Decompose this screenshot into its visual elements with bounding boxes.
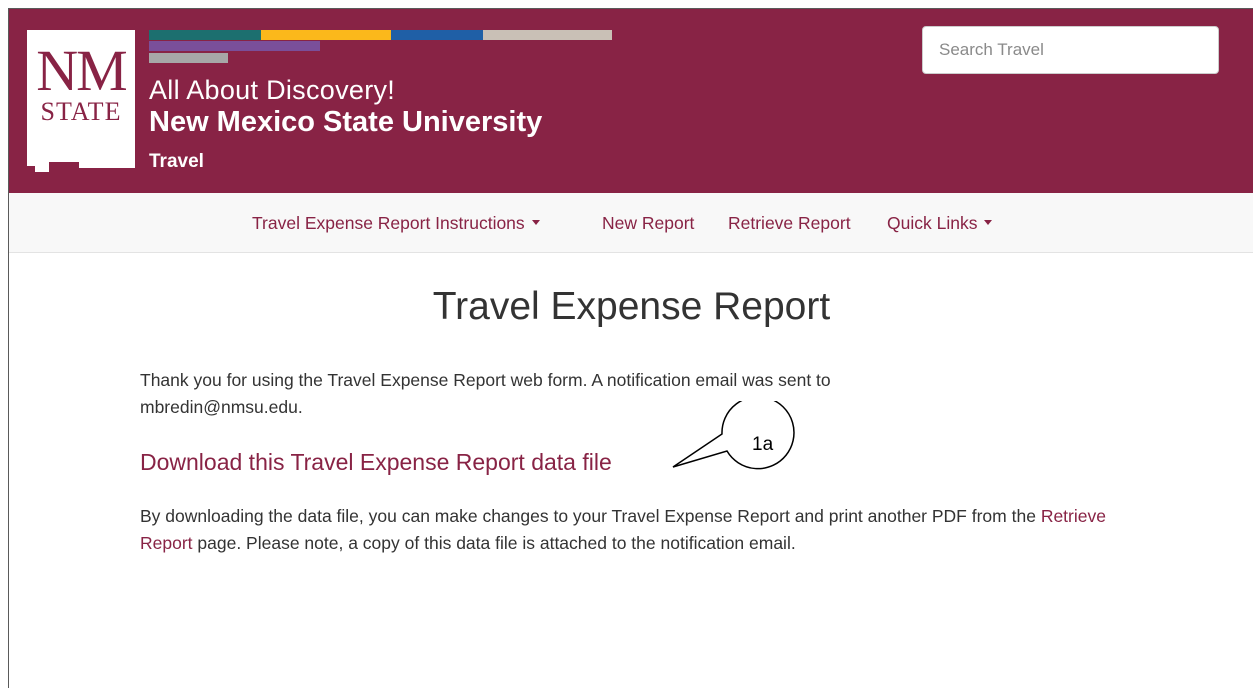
callout-annotation <box>672 401 795 470</box>
nav-retrieve-report[interactable]: Retrieve Report <box>728 213 851 234</box>
site-tagline: All About Discovery! <box>149 75 396 105</box>
confirmation-text: Thank you for using the Travel Expense R… <box>140 370 831 390</box>
svg-text:NM: NM <box>36 38 126 103</box>
main-nav: Travel Expense Report Instructions New R… <box>9 193 1253 253</box>
caret-down-icon <box>984 219 993 225</box>
search-input[interactable] <box>922 26 1219 74</box>
download-data-file-link[interactable]: Download this Travel Expense Report data… <box>140 449 612 476</box>
confirmation-message: Thank you for using the Travel Expense R… <box>140 367 1120 421</box>
note-text: By downloading the data file, you can ma… <box>140 506 1036 526</box>
svg-text:STATE: STATE <box>41 97 122 126</box>
nav-new-report[interactable]: New Report <box>602 213 694 234</box>
callout-label: 1a <box>752 434 774 455</box>
nav-item-label: Travel Expense Report Instructions <box>252 213 525 233</box>
download-note: By downloading the data file, you can ma… <box>140 503 1120 557</box>
browser-viewport: NM STATE All About Discovery! New Mexico… <box>8 8 1253 688</box>
notification-email: mbredin@nmsu.edu <box>140 397 298 417</box>
nmsu-logo[interactable]: NM STATE <box>27 30 135 172</box>
page-title: Travel Expense Report <box>432 285 831 328</box>
nav-travel-expense-report-instructions[interactable]: Travel Expense Report Instructions <box>252 213 540 234</box>
university-name[interactable]: New Mexico State University <box>149 106 542 139</box>
email-period: . <box>297 397 303 417</box>
nav-quick-links[interactable]: Quick Links <box>887 213 993 234</box>
site-header: NM STATE All About Discovery! New Mexico… <box>9 9 1253 193</box>
site-name[interactable]: Travel <box>149 151 204 173</box>
caret-down-icon <box>531 219 540 225</box>
note-text-end: page. Please note, a copy of this data f… <box>197 533 796 553</box>
nav-item-label: Quick Links <box>887 213 978 233</box>
